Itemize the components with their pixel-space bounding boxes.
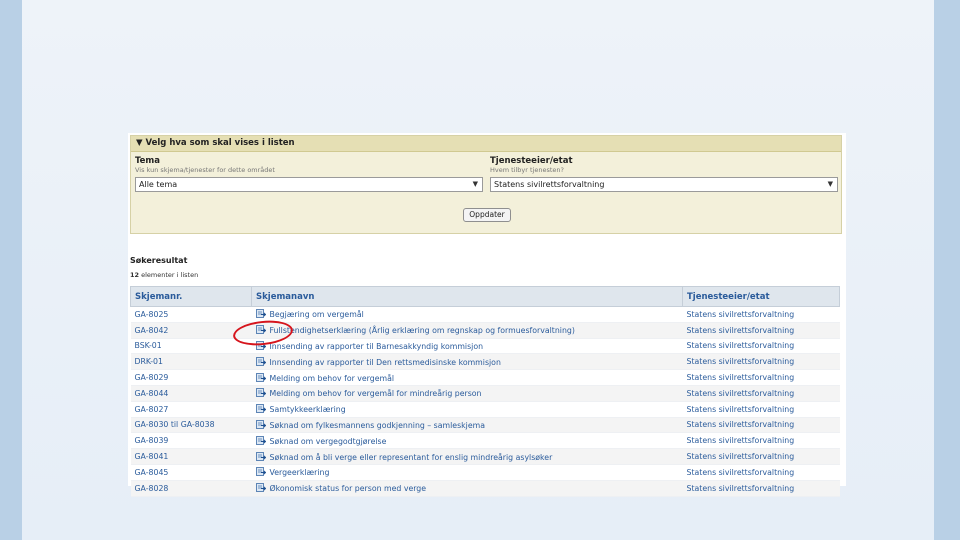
tema-hint: Vis kun skjema/tjenester for dette områd… — [135, 166, 275, 174]
form-name-cell: Økonomisk status for person med verge — [251, 480, 683, 497]
column-header-nr[interactable]: Skjemanr. — [130, 286, 252, 307]
form-owner-link[interactable]: Statens sivilrettsforvaltning — [682, 369, 840, 386]
results-count: 12 elementer i listen — [130, 271, 198, 279]
update-button[interactable]: Oppdater — [463, 208, 511, 222]
results-title: Søkeresultat — [130, 256, 188, 265]
form-document-icon[interactable] — [255, 309, 266, 319]
form-name-link[interactable]: Fullstendighetserklæring (Årlig erklærin… — [270, 326, 575, 335]
form-name-cell: Søknad om fylkesmannens godkjenning – sa… — [251, 417, 683, 434]
table-row: GA-8027 Samtykkeerklæring Statens sivilret… — [130, 401, 840, 418]
form-number-link[interactable]: GA-8044 — [130, 385, 252, 402]
form-number-link[interactable]: GA-8029 — [130, 369, 252, 386]
form-document-icon[interactable] — [255, 388, 266, 398]
form-owner-link[interactable]: Statens sivilrettsforvaltning — [682, 480, 840, 497]
form-owner-link[interactable]: Statens sivilrettsforvaltning — [682, 338, 840, 355]
form-owner-link[interactable]: Statens sivilrettsforvaltning — [682, 417, 840, 434]
form-name-link[interactable]: Økonomisk status for person med verge — [270, 484, 427, 493]
slide-right-band — [934, 0, 960, 540]
form-owner-link[interactable]: Statens sivilrettsforvaltning — [682, 432, 840, 450]
form-name-cell: Søknad om å bli verge eller representant… — [251, 448, 683, 465]
form-name-cell: Fullstendighetserklæring (Årlig erklærin… — [251, 322, 683, 339]
form-document-icon[interactable] — [255, 372, 266, 382]
filter-toggle[interactable]: ▼ Velg hva som skal vises i listen — [131, 136, 841, 152]
eier-filter: Tjenesteeier/etat Hvem tilbyr tjenesten?… — [490, 156, 840, 192]
table-row: GA-8041 Søknad om å bli verge eller repre… — [130, 448, 840, 465]
tema-label: Tema — [135, 156, 161, 166]
form-document-icon[interactable] — [255, 420, 266, 429]
form-document-icon[interactable] — [255, 451, 266, 461]
screenshot-panel: ▼ Velg hva som skal vises i listen Tema … — [128, 133, 846, 497]
form-name-link[interactable]: Vergeerklæring — [270, 468, 330, 477]
form-owner-link[interactable]: Statens sivilrettsforvaltning — [682, 448, 840, 465]
form-name-cell: Begjæring om vergemål — [251, 306, 683, 323]
table-row: DRK-01 Innsending av rapporter til Den re… — [130, 353, 840, 371]
table-header: Skjemanr. Skjemanavn Tjenesteeier/etat — [130, 286, 840, 307]
form-name-cell: Søknad om vergegodtgjørelse — [251, 432, 683, 450]
form-name-link[interactable]: Søknad om fylkesmannens godkjenning – sa… — [270, 421, 486, 430]
eier-label: Tjenesteeier/etat — [490, 156, 573, 166]
table-row: GA-8044 Melding om behov for vergemål for… — [130, 385, 840, 402]
table-row: GA-8039 Søknad om vergegodtgjørelse Staten… — [130, 432, 840, 450]
eier-select-value: Statens sivilrettsforvaltning — [494, 180, 605, 189]
form-number-link[interactable]: BSK-01 — [130, 338, 252, 355]
form-number-link[interactable]: GA-8041 — [130, 448, 252, 465]
tema-filter: Tema Vis kun skjema/tjenester for dette … — [135, 156, 485, 192]
form-name-link[interactable]: Melding om behov for vergemål — [270, 374, 395, 383]
form-name-link[interactable]: Samtykkeerklæring — [270, 405, 346, 414]
form-number-link[interactable]: GA-8030 til GA-8038 — [130, 417, 252, 434]
form-owner-link[interactable]: Statens sivilrettsforvaltning — [682, 385, 840, 402]
form-name-cell: Melding om behov for vergemål — [251, 369, 683, 386]
form-name-link[interactable]: Begjæring om vergemål — [270, 310, 364, 319]
form-number-link[interactable]: GA-8045 — [130, 464, 252, 481]
form-number-link[interactable]: GA-8027 — [130, 401, 252, 418]
column-header-owner[interactable]: Tjenesteeier/etat — [682, 286, 840, 307]
form-document-icon[interactable] — [255, 483, 266, 493]
table-row: GA-8028 Økonomisk status for person med v… — [130, 480, 840, 497]
results-count-text: elementer i listen — [139, 271, 199, 279]
form-owner-link[interactable]: Statens sivilrettsforvaltning — [682, 353, 840, 371]
form-number-link[interactable]: GA-8039 — [130, 432, 252, 450]
form-name-link[interactable]: Søknad om vergegodtgjørelse — [270, 437, 387, 446]
form-name-cell: Melding om behov for vergemål for mindre… — [251, 385, 683, 402]
form-document-icon[interactable] — [255, 404, 266, 414]
table-row: GA-8045 Vergeerklæring Statens sivilrettsf… — [130, 464, 840, 481]
form-name-link[interactable]: Innsending av rapporter til Barnesakkynd… — [270, 342, 484, 351]
form-name-link[interactable]: Søknad om å bli verge eller representant… — [270, 453, 553, 462]
form-name-link[interactable]: Innsending av rapporter til Den rettsmed… — [270, 358, 501, 367]
form-name-cell: Innsending av rapporter til Barnesakkynd… — [251, 338, 683, 355]
form-number-link[interactable]: GA-8025 — [130, 306, 252, 323]
results-count-number: 12 — [130, 271, 140, 279]
form-document-icon[interactable] — [255, 356, 266, 366]
tema-select-value: Alle tema — [139, 180, 178, 189]
slide-left-band — [0, 0, 22, 540]
results-table: Skjemanr. Skjemanavn Tjenesteeier/etat G… — [130, 286, 840, 497]
form-owner-link[interactable]: Statens sivilrettsforvaltning — [682, 464, 840, 481]
form-name-cell: Vergeerklæring — [251, 464, 683, 481]
form-owner-link[interactable]: Statens sivilrettsforvaltning — [682, 401, 840, 418]
table-row: GA-8030 til GA-8038 Søknad om fylkesmanne… — [130, 417, 840, 434]
column-header-name[interactable]: Skjemanavn — [251, 286, 683, 307]
form-name-cell: Samtykkeerklæring — [251, 401, 683, 418]
table-row: GA-8029 Melding om behov for vergemål Stat… — [130, 369, 840, 386]
form-name-cell: Innsending av rapporter til Den rettsmed… — [251, 353, 683, 371]
form-owner-link[interactable]: Statens sivilrettsforvaltning — [682, 322, 840, 339]
eier-hint: Hvem tilbyr tjenesten? — [490, 166, 564, 174]
eier-select[interactable]: Statens sivilrettsforvaltning ▼ — [490, 177, 838, 192]
dropdown-arrow-icon: ▼ — [472, 180, 478, 188]
table-row: GA-8025 Begjæring om vergemål Statens sivi… — [130, 306, 840, 323]
dropdown-arrow-icon: ▼ — [827, 180, 833, 188]
form-owner-link[interactable]: Statens sivilrettsforvaltning — [682, 306, 840, 323]
tema-select[interactable]: Alle tema ▼ — [135, 177, 483, 192]
form-name-link[interactable]: Melding om behov for vergemål for mindre… — [270, 389, 482, 398]
form-document-icon[interactable] — [255, 435, 266, 445]
form-document-icon[interactable] — [255, 467, 266, 477]
filter-box: ▼ Velg hva som skal vises i listen Tema … — [130, 135, 842, 234]
form-number-link[interactable]: DRK-01 — [130, 353, 252, 371]
form-number-link[interactable]: GA-8028 — [130, 480, 252, 497]
